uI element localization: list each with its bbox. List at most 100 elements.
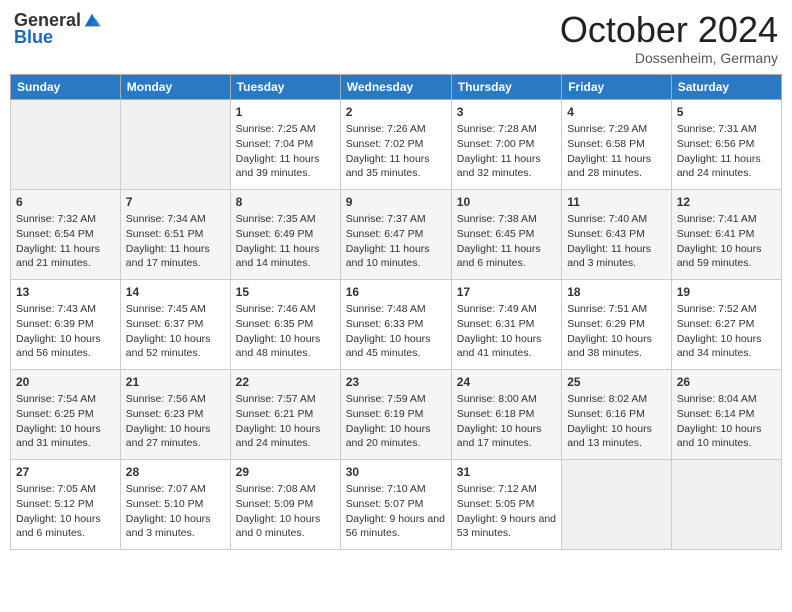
calendar-cell: 18Sunrise: 7:51 AMSunset: 6:29 PMDayligh… xyxy=(562,279,672,369)
day-number: 30 xyxy=(346,464,446,481)
day-number: 18 xyxy=(567,284,666,301)
cell-content: Daylight: 10 hours and 56 minutes. xyxy=(16,332,115,361)
cell-content: Daylight: 10 hours and 10 minutes. xyxy=(677,422,776,451)
cell-content: Sunrise: 7:40 AM xyxy=(567,212,666,227)
calendar-cell: 12Sunrise: 7:41 AMSunset: 6:41 PMDayligh… xyxy=(671,189,781,279)
calendar-cell: 21Sunrise: 7:56 AMSunset: 6:23 PMDayligh… xyxy=(120,369,230,459)
page-header: General Blue October 2024 Dossenheim, Ge… xyxy=(10,10,782,66)
cell-content: Sunset: 5:10 PM xyxy=(126,497,225,512)
calendar-cell: 22Sunrise: 7:57 AMSunset: 6:21 PMDayligh… xyxy=(230,369,340,459)
cell-content: Sunset: 5:05 PM xyxy=(457,497,556,512)
cell-content: Daylight: 10 hours and 24 minutes. xyxy=(236,422,335,451)
calendar-cell: 10Sunrise: 7:38 AMSunset: 6:45 PMDayligh… xyxy=(451,189,561,279)
cell-content: Daylight: 9 hours and 53 minutes. xyxy=(457,512,556,541)
calendar-cell: 11Sunrise: 7:40 AMSunset: 6:43 PMDayligh… xyxy=(562,189,672,279)
calendar-cell: 7Sunrise: 7:34 AMSunset: 6:51 PMDaylight… xyxy=(120,189,230,279)
calendar-cell: 16Sunrise: 7:48 AMSunset: 6:33 PMDayligh… xyxy=(340,279,451,369)
cell-content: Sunset: 6:19 PM xyxy=(346,407,446,422)
cell-content: Sunset: 6:21 PM xyxy=(236,407,335,422)
cell-content: Daylight: 10 hours and 34 minutes. xyxy=(677,332,776,361)
day-number: 3 xyxy=(457,104,556,121)
cell-content: Sunrise: 7:48 AM xyxy=(346,302,446,317)
calendar-cell: 20Sunrise: 7:54 AMSunset: 6:25 PMDayligh… xyxy=(11,369,121,459)
day-number: 21 xyxy=(126,374,225,391)
cell-content: Daylight: 11 hours and 32 minutes. xyxy=(457,152,556,181)
day-number: 6 xyxy=(16,194,115,211)
cell-content: Sunset: 6:35 PM xyxy=(236,317,335,332)
location: Dossenheim, Germany xyxy=(560,50,778,66)
day-number: 23 xyxy=(346,374,446,391)
calendar-week-row: 27Sunrise: 7:05 AMSunset: 5:12 PMDayligh… xyxy=(11,459,782,549)
day-number: 5 xyxy=(677,104,776,121)
cell-content: Sunrise: 7:05 AM xyxy=(16,482,115,497)
day-number: 4 xyxy=(567,104,666,121)
cell-content: Sunset: 5:09 PM xyxy=(236,497,335,512)
cell-content: Sunrise: 7:45 AM xyxy=(126,302,225,317)
cell-content: Sunset: 5:07 PM xyxy=(346,497,446,512)
cell-content: Daylight: 11 hours and 6 minutes. xyxy=(457,242,556,271)
cell-content: Sunrise: 7:26 AM xyxy=(346,122,446,137)
cell-content: Daylight: 11 hours and 3 minutes. xyxy=(567,242,666,271)
calendar-cell: 26Sunrise: 8:04 AMSunset: 6:14 PMDayligh… xyxy=(671,369,781,459)
cell-content: Sunset: 6:45 PM xyxy=(457,227,556,242)
cell-content: Sunset: 6:23 PM xyxy=(126,407,225,422)
calendar-week-row: 13Sunrise: 7:43 AMSunset: 6:39 PMDayligh… xyxy=(11,279,782,369)
cell-content: Sunrise: 7:59 AM xyxy=(346,392,446,407)
calendar-cell: 13Sunrise: 7:43 AMSunset: 6:39 PMDayligh… xyxy=(11,279,121,369)
calendar-cell: 9Sunrise: 7:37 AMSunset: 6:47 PMDaylight… xyxy=(340,189,451,279)
cell-content: Sunrise: 7:52 AM xyxy=(677,302,776,317)
day-number: 29 xyxy=(236,464,335,481)
cell-content: Sunrise: 7:38 AM xyxy=(457,212,556,227)
logo-blue: Blue xyxy=(14,27,53,48)
day-number: 31 xyxy=(457,464,556,481)
calendar-cell: 19Sunrise: 7:52 AMSunset: 6:27 PMDayligh… xyxy=(671,279,781,369)
cell-content: Daylight: 10 hours and 27 minutes. xyxy=(126,422,225,451)
cell-content: Sunset: 7:04 PM xyxy=(236,137,335,152)
day-number: 25 xyxy=(567,374,666,391)
cell-content: Sunset: 6:29 PM xyxy=(567,317,666,332)
cell-content: Sunset: 6:49 PM xyxy=(236,227,335,242)
cell-content: Sunrise: 7:25 AM xyxy=(236,122,335,137)
calendar-cell xyxy=(671,459,781,549)
calendar-cell: 17Sunrise: 7:49 AMSunset: 6:31 PMDayligh… xyxy=(451,279,561,369)
day-number: 24 xyxy=(457,374,556,391)
cell-content: Sunset: 6:58 PM xyxy=(567,137,666,152)
day-number: 14 xyxy=(126,284,225,301)
cell-content: Sunrise: 7:28 AM xyxy=(457,122,556,137)
calendar-cell: 14Sunrise: 7:45 AMSunset: 6:37 PMDayligh… xyxy=(120,279,230,369)
cell-content: Sunrise: 7:34 AM xyxy=(126,212,225,227)
calendar-cell: 2Sunrise: 7:26 AMSunset: 7:02 PMDaylight… xyxy=(340,99,451,189)
cell-content: Sunrise: 7:10 AM xyxy=(346,482,446,497)
calendar-cell: 28Sunrise: 7:07 AMSunset: 5:10 PMDayligh… xyxy=(120,459,230,549)
cell-content: Sunrise: 7:37 AM xyxy=(346,212,446,227)
calendar-cell: 30Sunrise: 7:10 AMSunset: 5:07 PMDayligh… xyxy=(340,459,451,549)
calendar-cell: 23Sunrise: 7:59 AMSunset: 6:19 PMDayligh… xyxy=(340,369,451,459)
calendar-week-row: 20Sunrise: 7:54 AMSunset: 6:25 PMDayligh… xyxy=(11,369,782,459)
calendar-cell: 1Sunrise: 7:25 AMSunset: 7:04 PMDaylight… xyxy=(230,99,340,189)
day-number: 26 xyxy=(677,374,776,391)
calendar-cell: 24Sunrise: 8:00 AMSunset: 6:18 PMDayligh… xyxy=(451,369,561,459)
cell-content: Daylight: 10 hours and 38 minutes. xyxy=(567,332,666,361)
weekday-header: Sunday xyxy=(11,74,121,99)
cell-content: Sunrise: 7:35 AM xyxy=(236,212,335,227)
cell-content: Sunset: 5:12 PM xyxy=(16,497,115,512)
calendar-cell: 15Sunrise: 7:46 AMSunset: 6:35 PMDayligh… xyxy=(230,279,340,369)
cell-content: Sunrise: 7:07 AM xyxy=(126,482,225,497)
cell-content: Sunset: 6:14 PM xyxy=(677,407,776,422)
cell-content: Daylight: 11 hours and 21 minutes. xyxy=(16,242,115,271)
cell-content: Daylight: 11 hours and 17 minutes. xyxy=(126,242,225,271)
cell-content: Sunset: 6:51 PM xyxy=(126,227,225,242)
cell-content: Daylight: 10 hours and 17 minutes. xyxy=(457,422,556,451)
calendar-cell: 6Sunrise: 7:32 AMSunset: 6:54 PMDaylight… xyxy=(11,189,121,279)
cell-content: Sunset: 7:00 PM xyxy=(457,137,556,152)
weekday-header: Friday xyxy=(562,74,672,99)
day-number: 17 xyxy=(457,284,556,301)
cell-content: Daylight: 11 hours and 14 minutes. xyxy=(236,242,335,271)
cell-content: Daylight: 10 hours and 41 minutes. xyxy=(457,332,556,361)
day-number: 20 xyxy=(16,374,115,391)
cell-content: Daylight: 11 hours and 28 minutes. xyxy=(567,152,666,181)
cell-content: Daylight: 10 hours and 6 minutes. xyxy=(16,512,115,541)
calendar-table: SundayMondayTuesdayWednesdayThursdayFrid… xyxy=(10,74,782,550)
calendar-cell: 3Sunrise: 7:28 AMSunset: 7:00 PMDaylight… xyxy=(451,99,561,189)
day-number: 8 xyxy=(236,194,335,211)
